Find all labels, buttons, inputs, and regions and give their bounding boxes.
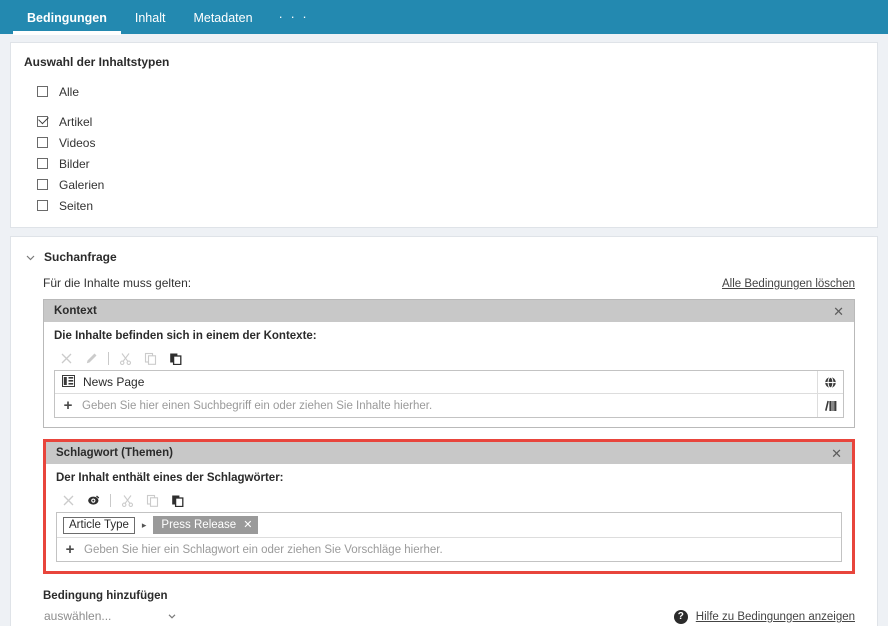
search-query-card: Suchanfrage Für die Inhalte muss gelten:… bbox=[10, 236, 878, 626]
tab-metadaten-label: Metadaten bbox=[193, 11, 252, 25]
kontext-input-row[interactable]: + Geben Sie hier einen Suchbegriff ein o… bbox=[55, 394, 843, 417]
condition-panel-schlagwort-body: Der Inhalt enthält eines der Schlagwörte… bbox=[46, 464, 852, 571]
edit-pencil-icon bbox=[79, 348, 104, 368]
content-type-section-title: Auswahl der Inhaltstypen bbox=[11, 55, 877, 69]
cut-scissors-icon bbox=[115, 490, 140, 510]
checkbox-row-galerien[interactable]: Galerien bbox=[37, 174, 877, 195]
schlagwort-toolbar bbox=[56, 488, 842, 512]
checkbox-label-seiten: Seiten bbox=[59, 199, 93, 213]
checkbox-galerien[interactable] bbox=[37, 179, 48, 190]
add-condition-select-value: auswählen... bbox=[44, 609, 111, 623]
kontext-toolbar bbox=[54, 346, 844, 370]
add-condition-section: Bedingung hinzufügen auswählen... ? Hilf… bbox=[11, 574, 877, 626]
toolbar-separator bbox=[110, 494, 111, 507]
tab-bedingungen[interactable]: Bedingungen bbox=[13, 11, 121, 34]
checkbox-row-seiten[interactable]: Seiten bbox=[37, 195, 877, 216]
copy-icon bbox=[138, 348, 163, 368]
add-condition-select[interactable]: auswählen... bbox=[43, 607, 180, 626]
cut-scissors-icon bbox=[113, 348, 138, 368]
plus-icon[interactable]: + bbox=[64, 542, 76, 557]
checkbox-label-bilder: Bilder bbox=[59, 157, 90, 171]
condition-panel-kontext: Kontext ✕ Die Inhalte befinden sich in e… bbox=[43, 299, 855, 428]
checkbox-bilder[interactable] bbox=[37, 158, 48, 169]
plus-icon[interactable]: + bbox=[62, 398, 74, 413]
paste-icon[interactable] bbox=[165, 490, 190, 510]
condition-panel-kontext-body: Die Inhalte befinden sich in einem der K… bbox=[44, 322, 854, 427]
checkbox-alle[interactable] bbox=[37, 86, 48, 97]
chevron-down-icon[interactable] bbox=[24, 251, 36, 263]
checkbox-seiten[interactable] bbox=[37, 200, 48, 211]
schlagwort-tag-row[interactable]: Article Type ▸ Press Release ✕ bbox=[57, 513, 841, 538]
tag-chip-label: Press Release bbox=[161, 519, 236, 531]
globe-icon[interactable] bbox=[817, 371, 843, 393]
checkbox-artikel[interactable] bbox=[37, 116, 48, 127]
checkbox-row-artikel[interactable]: Artikel bbox=[37, 111, 877, 132]
close-icon[interactable]: ✕ bbox=[829, 447, 844, 460]
checkbox-row-videos[interactable]: Videos bbox=[37, 132, 877, 153]
must-apply-label: Für die Inhalte muss gelten: bbox=[43, 276, 191, 290]
tab-inhalt-label: Inhalt bbox=[135, 11, 166, 25]
condition-panel-kontext-title: Kontext bbox=[54, 305, 97, 317]
checkbox-label-artikel: Artikel bbox=[59, 115, 92, 129]
paste-icon[interactable] bbox=[163, 348, 188, 368]
search-query-header: Suchanfrage bbox=[11, 247, 877, 267]
chevron-right-icon: ▸ bbox=[142, 521, 147, 530]
checkbox-label-alle: Alle bbox=[59, 85, 79, 99]
schlagwort-value-list: Article Type ▸ Press Release ✕ + Geben S… bbox=[56, 512, 842, 562]
tab-bedingungen-label: Bedingungen bbox=[27, 11, 107, 25]
help-question-icon[interactable]: ? bbox=[674, 610, 688, 624]
delete-icon bbox=[54, 348, 79, 368]
tab-inhalt[interactable]: Inhalt bbox=[121, 11, 180, 34]
chevron-down-icon bbox=[167, 611, 177, 621]
tag-remove-icon[interactable]: ✕ bbox=[243, 520, 252, 531]
kontext-value-label: News Page bbox=[83, 375, 144, 389]
view-eye-icon[interactable] bbox=[81, 490, 106, 510]
content-type-selection-card: Auswahl der Inhaltstypen Alle Artikel Vi… bbox=[10, 42, 878, 228]
kontext-value-row[interactable]: News Page bbox=[55, 371, 843, 394]
checkbox-row-alle[interactable]: Alle bbox=[37, 81, 877, 102]
copy-icon bbox=[140, 490, 165, 510]
condition-panel-schlagwort-title: Schlagwort (Themen) bbox=[56, 447, 173, 459]
close-icon[interactable]: ✕ bbox=[831, 305, 846, 318]
tab-metadaten[interactable]: Metadaten bbox=[179, 11, 266, 34]
kontext-input-placeholder: Geben Sie hier einen Suchbegriff ein ode… bbox=[82, 400, 432, 412]
checkbox-row-bilder[interactable]: Bilder bbox=[37, 153, 877, 174]
condition-panel-schlagwort-header: Schlagwort (Themen) ✕ bbox=[46, 442, 852, 464]
search-query-title: Suchanfrage bbox=[44, 250, 117, 264]
schlagwort-input-row[interactable]: + Geben Sie hier ein Schlagwort ein oder… bbox=[57, 538, 841, 561]
toolbar-separator bbox=[108, 352, 109, 365]
help-conditions-link[interactable]: Hilfe zu Bedingungen anzeigen bbox=[696, 611, 855, 623]
must-apply-row: Für die Inhalte muss gelten: Alle Beding… bbox=[11, 267, 877, 290]
condition-panel-kontext-header: Kontext ✕ bbox=[44, 300, 854, 322]
page-layout-icon bbox=[62, 375, 75, 390]
delete-icon bbox=[56, 490, 81, 510]
tag-chip[interactable]: Press Release ✕ bbox=[153, 516, 258, 534]
condition-panel-schlagwort-subtitle: Der Inhalt enthält eines der Schlagwörte… bbox=[56, 472, 842, 484]
tag-category-label: Article Type bbox=[63, 517, 135, 534]
clear-all-conditions-link[interactable]: Alle Bedingungen löschen bbox=[722, 278, 855, 290]
add-condition-label: Bedingung hinzufügen bbox=[43, 590, 180, 602]
kontext-value-list: News Page + Geben Sie hier einen Suchbeg… bbox=[54, 370, 844, 418]
tab-bar: Bedingungen Inhalt Metadaten · · · bbox=[0, 0, 888, 34]
checkbox-label-videos: Videos bbox=[59, 136, 95, 150]
condition-panel-schlagwort: Schlagwort (Themen) ✕ Der Inhalt enthält… bbox=[43, 439, 855, 574]
content-type-checkbox-list: Alle Artikel Videos Bilder Galerien Seit… bbox=[11, 81, 877, 216]
tab-overflow-menu[interactable]: · · · bbox=[267, 9, 321, 34]
checkbox-videos[interactable] bbox=[37, 137, 48, 148]
condition-panel-kontext-subtitle: Die Inhalte befinden sich in einem der K… bbox=[54, 330, 844, 342]
schlagwort-input-placeholder: Geben Sie hier ein Schlagwort ein oder z… bbox=[84, 544, 443, 556]
library-icon[interactable] bbox=[817, 394, 843, 417]
checkbox-label-galerien: Galerien bbox=[59, 178, 104, 192]
